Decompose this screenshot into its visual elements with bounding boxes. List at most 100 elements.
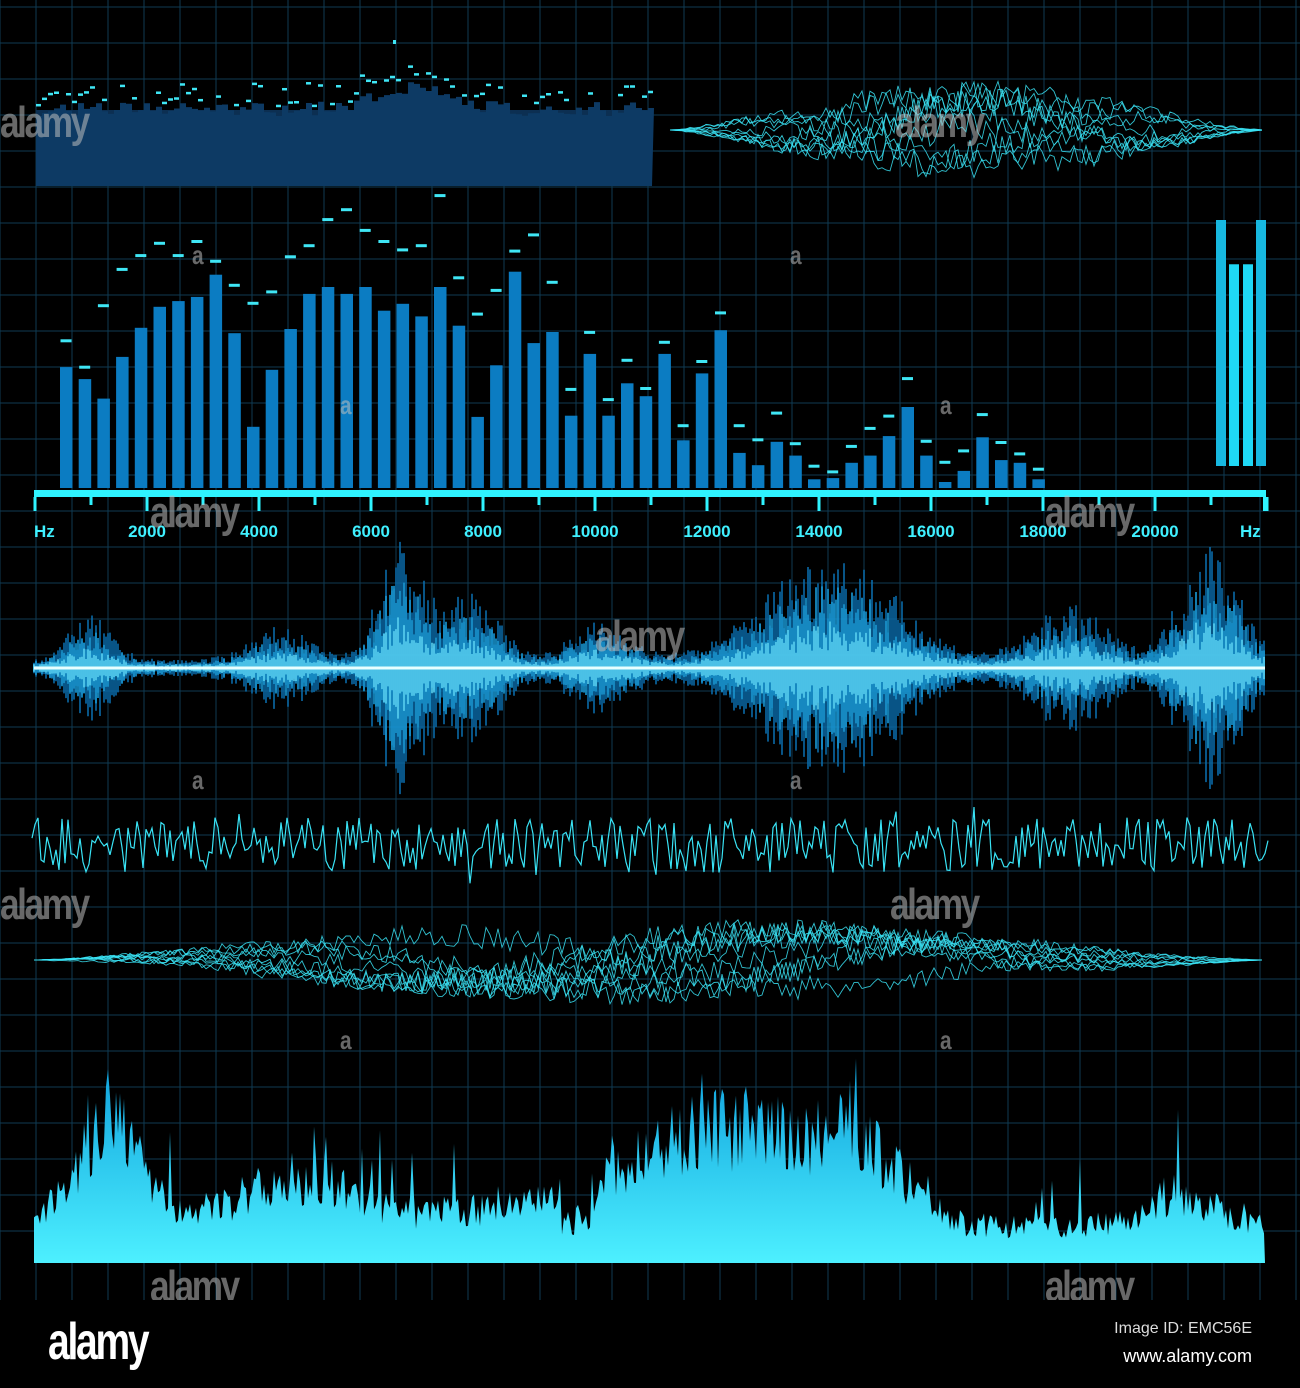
mini-peak-marker	[246, 99, 251, 103]
peak-marker	[303, 244, 315, 248]
spectrum-bar-chart	[60, 194, 1045, 488]
peak-marker	[528, 233, 539, 237]
mini-peak-marker	[102, 98, 107, 102]
mini-peak-marker	[84, 91, 89, 94]
image-id: Image ID: EMC56E	[1114, 1320, 1252, 1337]
axis-minor-tick	[89, 497, 93, 505]
mini-peak-marker	[390, 75, 395, 79]
axis-tick-label: 14000	[795, 522, 842, 541]
peak-marker	[789, 442, 801, 446]
mini-peak-marker	[486, 83, 491, 87]
mini-peak-marker	[642, 95, 647, 98]
spectrum-bar	[396, 303, 410, 488]
watermark: a	[192, 765, 204, 795]
mini-peak-marker	[168, 98, 173, 101]
mini-spectrum-area	[36, 82, 654, 186]
peak-marker	[434, 194, 446, 198]
spectrum-bar	[714, 330, 727, 488]
peak-marker	[247, 301, 259, 305]
peak-marker	[883, 414, 895, 418]
peak-marker	[715, 311, 726, 315]
watermark: alamy	[890, 880, 980, 929]
axis-tick-label: 6000	[352, 522, 390, 541]
mini-peak-marker	[48, 92, 53, 96]
spectrum-bar	[134, 327, 148, 488]
alamy-logo: alamy	[48, 1313, 150, 1371]
peak-marker	[902, 377, 913, 381]
axis-major-tick	[33, 497, 37, 511]
mini-peak-marker	[414, 73, 419, 76]
mini-peak-marker	[90, 86, 95, 89]
peak-marker	[976, 413, 988, 417]
mini-peak-marker	[156, 91, 161, 94]
mini-peak-marker	[546, 92, 551, 96]
meter-bar	[1256, 220, 1266, 466]
mini-peak-marker	[648, 90, 653, 94]
axis-tick-label: 12000	[683, 522, 730, 541]
spectrum-bar	[527, 343, 540, 488]
spectrum-bar	[190, 296, 204, 488]
spectrum-bar	[789, 455, 802, 488]
axis-minor-tick	[425, 497, 429, 505]
watermark: alamy	[150, 488, 240, 537]
spectrum-bar	[751, 465, 765, 488]
spectrum-bar	[976, 437, 989, 488]
axis-minor-tick	[985, 497, 989, 505]
axis-tick-label: 16000	[907, 522, 954, 541]
mini-peak-marker	[564, 98, 569, 102]
spectrum-bar	[1013, 462, 1027, 488]
peak-marker	[378, 240, 390, 243]
spectrum-bar	[546, 332, 559, 488]
spectrum-bar	[658, 353, 671, 488]
peak-marker	[677, 424, 689, 428]
spectrum-bar	[882, 436, 896, 488]
peak-marker	[565, 387, 577, 391]
mini-peak-marker	[444, 78, 449, 81]
spectrum-bar	[508, 271, 522, 488]
spectrum-bar	[770, 441, 784, 488]
watermark: a	[340, 390, 352, 420]
peak-marker	[1032, 467, 1044, 471]
level-meter	[1216, 220, 1266, 466]
peak-marker	[640, 387, 652, 390]
peak-marker	[752, 438, 764, 442]
spectrum-bar	[359, 287, 372, 488]
axis-major-tick	[705, 497, 709, 511]
peak-marker	[546, 280, 558, 284]
spectrum-bar	[920, 455, 933, 488]
mini-peak-marker	[234, 103, 239, 107]
spectrum-bar	[60, 367, 73, 488]
mini-peak-marker	[354, 92, 359, 95]
meter-bar	[1243, 264, 1253, 466]
spectrum-bar	[677, 440, 690, 488]
axis-minor-tick	[649, 497, 653, 505]
mini-peak-marker	[66, 92, 71, 96]
watermark: alamy	[0, 98, 90, 147]
peak-marker	[771, 411, 783, 415]
meter-bar	[1229, 264, 1239, 466]
spectrum-bar	[733, 452, 746, 488]
watermark: a	[340, 1025, 352, 1055]
spectrum-bar	[583, 353, 597, 488]
spectrum-bar	[938, 482, 952, 488]
peak-marker	[359, 228, 371, 232]
mini-peak-marker	[216, 95, 221, 98]
axis-unit-right: Hz	[1240, 522, 1261, 541]
peak-marker	[266, 290, 278, 294]
peak-marker	[939, 460, 951, 464]
mini-peak-marker	[78, 93, 83, 96]
mini-peak-marker	[372, 80, 377, 84]
mini-peak-marker	[630, 85, 635, 88]
spectrum-bar	[995, 460, 1008, 488]
mini-peak-marker	[348, 100, 353, 103]
watermark: a	[940, 390, 952, 420]
mini-peak-marker	[534, 101, 539, 105]
peak-marker	[341, 208, 352, 212]
peak-marker	[60, 339, 72, 343]
peak-marker	[228, 283, 240, 287]
peak-marker	[920, 439, 932, 443]
mini-peak-marker	[288, 101, 293, 104]
axis-minor-tick	[761, 497, 765, 505]
mini-peak-marker	[192, 87, 197, 91]
website-url: www.alamy.com	[1123, 1346, 1252, 1366]
